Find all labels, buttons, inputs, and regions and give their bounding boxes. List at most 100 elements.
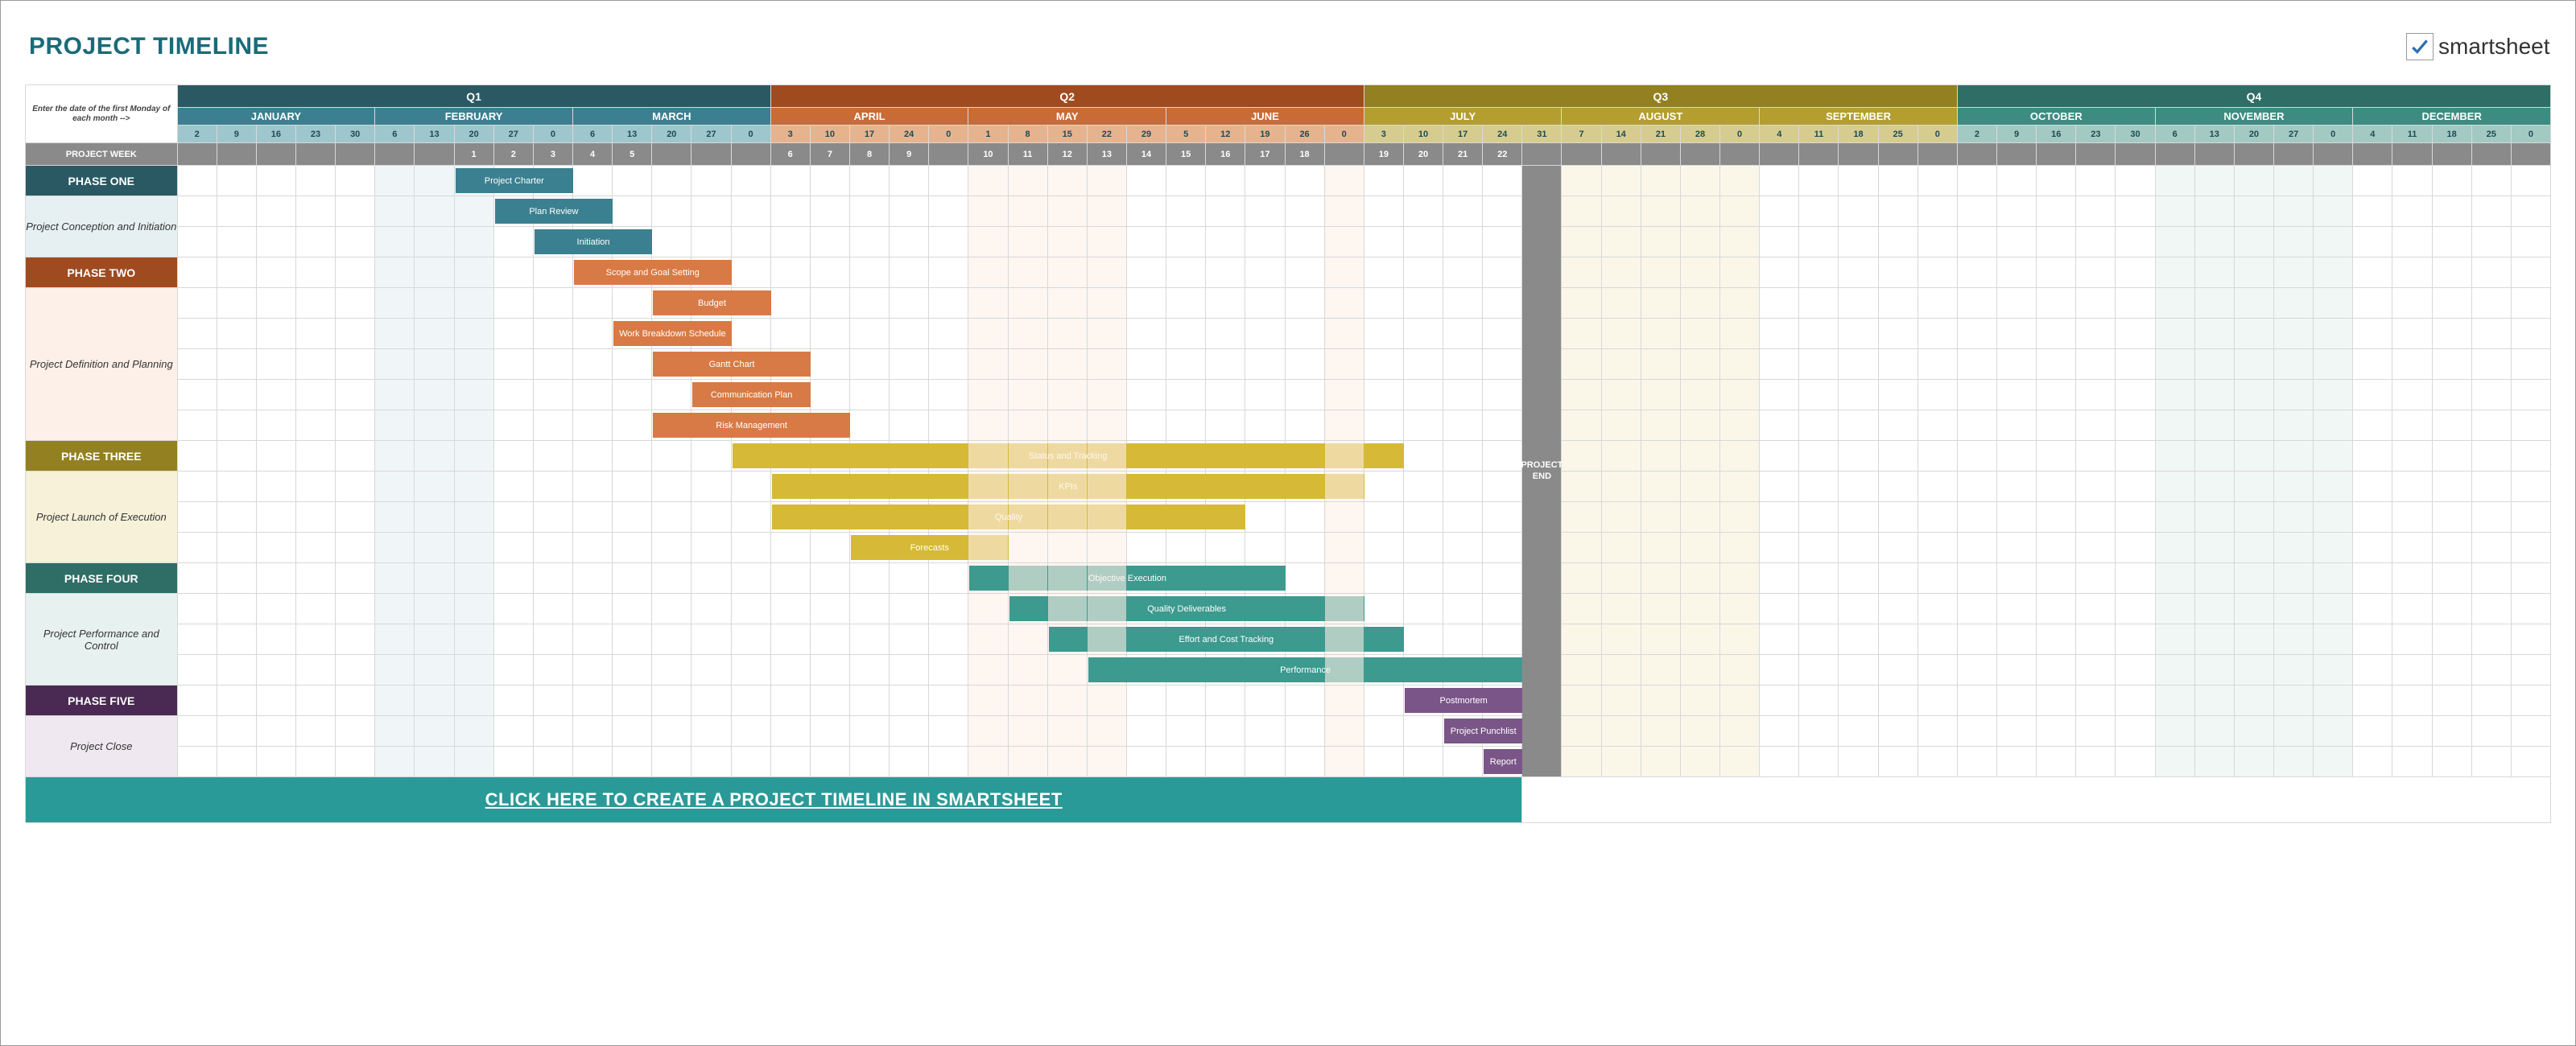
- grid-cell: [1878, 533, 1918, 563]
- grid-cell: [2234, 319, 2273, 349]
- grid-cell: [217, 380, 256, 410]
- grid-cell: [2353, 441, 2392, 472]
- grid-cell: [336, 716, 375, 747]
- day-header: 9: [1997, 126, 2037, 143]
- grid-cell: [2194, 349, 2234, 380]
- day-header: 11: [1799, 126, 1839, 143]
- grid-cell: [2392, 196, 2432, 227]
- phase-sublabel: Project Performance and Control: [26, 594, 178, 686]
- grid-cell: [2194, 166, 2234, 196]
- day-header: 1: [968, 126, 1008, 143]
- project-week-cell: [1562, 143, 1601, 166]
- grid-cell: [2194, 502, 2234, 533]
- day-header: 6: [2155, 126, 2194, 143]
- grid-cell: [572, 288, 612, 319]
- day-header: 30: [336, 126, 375, 143]
- cta-cell[interactable]: CLICK HERE TO CREATE A PROJECT TIMELINE …: [26, 777, 1522, 823]
- grid-cell: [2511, 563, 2550, 594]
- grid-cell: [2353, 502, 2392, 533]
- grid-cell: [336, 227, 375, 257]
- grid-cell: [2353, 257, 2392, 288]
- grid-cell: [2392, 319, 2432, 349]
- grid-cell: [691, 655, 731, 686]
- grid-cell: [613, 624, 652, 655]
- day-header: 2: [1957, 126, 1996, 143]
- grid-cell: [1878, 227, 1918, 257]
- grid-cell: [652, 563, 691, 594]
- grid-cell: [1047, 441, 1087, 472]
- grid-cell: [2511, 349, 2550, 380]
- grid-cell: [731, 533, 770, 563]
- grid-cell: [572, 227, 612, 257]
- grid-cell: [1047, 533, 1087, 563]
- grid-cell: [1839, 563, 1878, 594]
- grid-cell: [1760, 288, 1799, 319]
- grid-cell: [295, 410, 335, 441]
- grid-cell: [177, 227, 217, 257]
- project-week-cell: 5: [613, 143, 652, 166]
- day-header: 15: [1047, 126, 1087, 143]
- month-header: MAY: [968, 108, 1166, 126]
- grid-cell: [929, 747, 968, 777]
- grid-cell: [1720, 196, 1760, 227]
- grid-cell: [1918, 166, 1957, 196]
- grid-cell: [2076, 716, 2116, 747]
- grid-cell: [1680, 288, 1719, 319]
- grid-cell: [2471, 655, 2511, 686]
- grid-cell: [1601, 349, 1641, 380]
- grid-cell: [2037, 716, 2076, 747]
- grid-cell: [2037, 410, 2076, 441]
- grid-cell: [691, 349, 731, 380]
- grid-cell: [2314, 747, 2353, 777]
- grid-cell: [1680, 166, 1719, 196]
- grid-cell: [770, 257, 810, 288]
- grid-cell: [1364, 502, 1403, 533]
- grid-cell: [691, 747, 731, 777]
- grid-cell: [415, 349, 454, 380]
- grid-cell: [217, 166, 256, 196]
- grid-cell: [2471, 380, 2511, 410]
- grid-cell: [2037, 655, 2076, 686]
- grid-cell: [1878, 655, 1918, 686]
- grid-cell: [217, 257, 256, 288]
- grid-cell: [1680, 410, 1719, 441]
- grid-cell: [1324, 288, 1364, 319]
- grid-cell: [2392, 349, 2432, 380]
- grid-cell: [1957, 716, 1996, 747]
- grid-cell: [2116, 655, 2155, 686]
- grid-cell: [1997, 441, 2037, 472]
- grid-cell: [2353, 166, 2392, 196]
- grid-cell: [2037, 594, 2076, 624]
- grid-cell: [1680, 747, 1719, 777]
- grid-cell: [1997, 533, 2037, 563]
- grid-cell: [890, 502, 929, 533]
- grid-cell: [968, 441, 1008, 472]
- grid-cell: [2076, 227, 2116, 257]
- grid-cell: [2076, 686, 2116, 716]
- grid-cell: [2194, 533, 2234, 563]
- grid-cell: [1047, 288, 1087, 319]
- grid-cell: [572, 349, 612, 380]
- grid-cell: [1403, 716, 1443, 747]
- month-header: SEPTEMBER: [1760, 108, 1958, 126]
- cta-link[interactable]: CLICK HERE TO CREATE A PROJECT TIMELINE …: [26, 777, 1521, 822]
- day-header: 26: [1285, 126, 1324, 143]
- grid-cell: [177, 472, 217, 502]
- grid-cell: [1166, 716, 1206, 747]
- grid-cell: [1760, 227, 1799, 257]
- project-week-cell: [1878, 143, 1918, 166]
- grid-cell: [1760, 319, 1799, 349]
- grid-cell: [1403, 380, 1443, 410]
- grid-cell: [572, 410, 612, 441]
- grid-cell: [2037, 533, 2076, 563]
- grid-cell: [533, 594, 572, 624]
- project-week-cell: [2471, 143, 2511, 166]
- grid-cell: [2314, 380, 2353, 410]
- day-header: 0: [533, 126, 572, 143]
- grid-cell: [2432, 166, 2471, 196]
- grid-cell: [1245, 410, 1285, 441]
- grid-cell: [1285, 655, 1324, 686]
- grid-cell: [770, 624, 810, 655]
- grid-cell: [2511, 441, 2550, 472]
- grid-cell: [1047, 655, 1087, 686]
